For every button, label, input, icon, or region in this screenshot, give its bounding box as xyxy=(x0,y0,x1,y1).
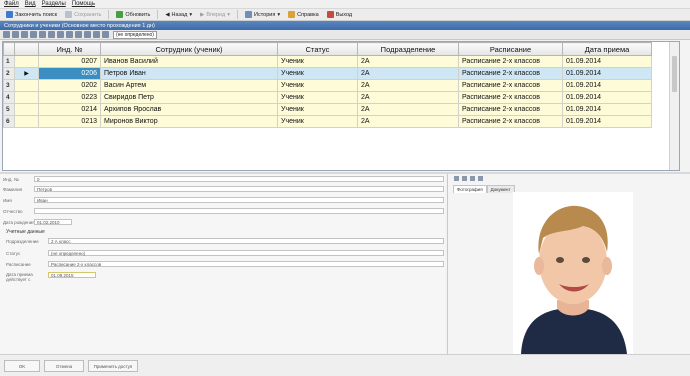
separator xyxy=(108,10,110,19)
column-header-id[interactable]: Инд. № xyxy=(38,42,101,56)
chevron-down-icon: ▾ xyxy=(189,11,193,18)
refresh-icon xyxy=(116,11,124,18)
table-row[interactable]: 4 0223 Свиридов Петр Ученик 2А Расписание … xyxy=(3,91,652,104)
save-icon xyxy=(65,11,73,18)
load-photo-icon[interactable] xyxy=(454,176,459,181)
view-combo[interactable]: (не определено) xyxy=(113,30,157,39)
ok-button[interactable]: OK xyxy=(4,360,40,372)
hire-date-field[interactable]: 01.09.2015 xyxy=(48,272,96,278)
dept-select[interactable]: 2 А класс xyxy=(48,238,444,244)
status-label: Статус xyxy=(6,251,21,256)
schedule-select[interactable]: Расписание 2-х классов xyxy=(48,261,444,267)
photo-toolbar xyxy=(454,176,483,181)
help-icon xyxy=(288,11,296,18)
search-icon xyxy=(6,11,13,18)
chevron-down-icon: ▾ xyxy=(227,11,230,18)
sort-icon[interactable] xyxy=(66,31,73,38)
surname-field[interactable]: Петров xyxy=(34,186,444,192)
employees-grid: Инд. № Сотрудник (ученик) Статус Подразд… xyxy=(2,41,680,171)
menu-view[interactable]: Вид xyxy=(25,1,36,7)
exit-button[interactable]: Выход xyxy=(324,10,355,20)
main-toolbar: Закончить поиск Сохранить Обновить ◀ Наза… xyxy=(0,9,690,21)
column-header-schedule[interactable]: Расписание xyxy=(458,42,563,56)
column-header-hire-date[interactable]: Дата приема xyxy=(562,42,652,56)
save-button[interactable]: Сохранить xyxy=(62,10,104,20)
grid-scrollbar[interactable] xyxy=(669,42,679,170)
menu-file[interactable]: Файл xyxy=(4,1,19,7)
cancel-button[interactable]: Отмена xyxy=(44,360,84,372)
details-form: Инд. № 0 Фамилия Петров Имя Иван Отчеств… xyxy=(0,174,445,354)
forward-arrow-icon: ▶ xyxy=(200,11,205,18)
camera-icon[interactable] xyxy=(478,176,483,181)
prev-record-icon[interactable] xyxy=(30,31,37,38)
dialog-footer: OK Отмена Применить доступ xyxy=(0,354,690,376)
save-photo-icon[interactable] xyxy=(462,176,467,181)
section-title: Учетные данные xyxy=(6,229,45,235)
last-record-icon[interactable] xyxy=(48,31,55,38)
clear-photo-icon[interactable] xyxy=(470,176,475,181)
birth-label: Дата рождения xyxy=(3,220,35,225)
tab-document[interactable]: Документ xyxy=(486,185,515,193)
grid-toolbar: (не определено) xyxy=(0,30,690,40)
schedule-label: Расписание xyxy=(6,262,31,267)
menu-bar: Файл Вид Разделы Помощь xyxy=(0,0,690,9)
window-title: Сотрудники и ученики (Основное место про… xyxy=(0,21,690,30)
column-header-status[interactable]: Статус xyxy=(277,42,358,56)
surname-label: Фамилия xyxy=(3,187,23,192)
history-icon xyxy=(245,11,252,18)
table-row[interactable]: 6 0213 Миронов Виктор Ученик 2А Расписание… xyxy=(3,115,652,128)
export-icon[interactable] xyxy=(84,31,91,38)
filter-icon[interactable] xyxy=(57,31,64,38)
history-button[interactable]: История ▾ xyxy=(242,10,283,20)
table-header: Инд. № Сотрудник (ученик) Статус Подразд… xyxy=(3,42,652,56)
next-record-icon[interactable] xyxy=(39,31,46,38)
dept-label: Подразделение xyxy=(6,239,39,244)
delete-row-icon[interactable] xyxy=(12,31,19,38)
id-field[interactable]: 0 xyxy=(34,176,444,182)
help-button[interactable]: Справка xyxy=(285,10,322,20)
menu-help[interactable]: Помощь xyxy=(72,1,95,7)
finish-search-button[interactable]: Закончить поиск xyxy=(3,10,60,20)
apply-access-button[interactable]: Применить доступ xyxy=(88,360,138,372)
columns-icon[interactable] xyxy=(93,31,100,38)
add-row-icon[interactable] xyxy=(3,31,10,38)
column-header-dept[interactable]: Подразделение xyxy=(357,42,459,56)
student-photo-image xyxy=(513,192,633,354)
tab-photo[interactable]: Фотография xyxy=(453,185,487,193)
patronymic-field[interactable] xyxy=(34,208,444,214)
menu-sections[interactable]: Разделы xyxy=(42,1,66,7)
table-row[interactable]: 1 0207 Иванов Василий Ученик 2А Расписание… xyxy=(3,55,652,68)
status-select[interactable]: (не определено) xyxy=(48,250,444,256)
table-row[interactable]: 3 0202 Васин Артем Ученик 2А Расписание 2-… xyxy=(3,79,652,92)
table-row-selected[interactable]: 2 ▶ 0206 Петров Иван Ученик 2А Расписание 2… xyxy=(3,67,652,80)
refresh-button[interactable]: Обновить xyxy=(113,10,153,20)
exit-icon xyxy=(326,11,334,18)
hire-date-label: Дата приема действует с xyxy=(6,272,33,282)
print-icon[interactable] xyxy=(75,31,82,38)
photo-tabs: Фотография Документ xyxy=(453,185,515,193)
birth-date-field[interactable]: 01.02.2010 xyxy=(34,219,72,225)
patronymic-label: Отчество xyxy=(3,209,23,214)
column-header-employee[interactable]: Сотрудник (ученик) xyxy=(100,42,278,56)
back-button[interactable]: ◀ Назад ▾ xyxy=(162,10,195,20)
chevron-down-icon: ▾ xyxy=(277,11,281,18)
name-label: Имя xyxy=(3,198,12,203)
back-arrow-icon: ◀ xyxy=(165,11,170,18)
scrollbar-thumb[interactable] xyxy=(672,56,677,92)
row-pointer-icon: ▶ xyxy=(14,67,39,80)
header-rownum xyxy=(3,42,15,56)
separator xyxy=(157,10,159,19)
id-label: Инд. № xyxy=(3,177,19,182)
header-indicator xyxy=(14,42,39,56)
forward-button[interactable]: ▶ Вперед ▾ xyxy=(197,10,233,20)
student-photo xyxy=(513,192,633,354)
table-row[interactable]: 5 0214 Архипов Ярослав Ученик 2А Расписани… xyxy=(3,103,652,116)
employees-table: Инд. № Сотрудник (ученик) Статус Подразд… xyxy=(3,42,652,128)
photo-panel: Фотография Документ xyxy=(447,174,690,356)
separator xyxy=(237,10,238,19)
name-field[interactable]: Иван xyxy=(34,197,444,203)
settings-icon[interactable] xyxy=(102,31,109,38)
first-record-icon[interactable] xyxy=(21,31,28,38)
